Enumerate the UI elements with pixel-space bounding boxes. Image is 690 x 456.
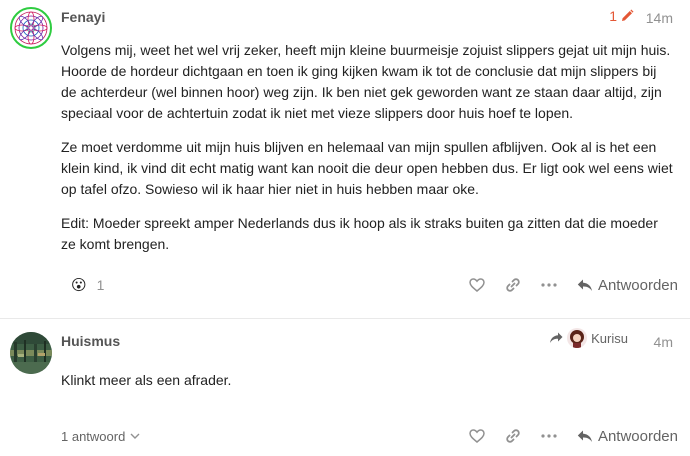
username[interactable]: Huismus [61,333,120,349]
chevron-down-icon [130,433,140,440]
avatar-photo-image [10,332,52,374]
avatar[interactable] [10,7,52,49]
post-body: Klinkt meer als een afrader. [61,370,675,404]
post-actions: 😮 1 Antwoorden [61,273,678,297]
post-body: Volgens mij, weet het wel vrij zeker, he… [61,40,675,268]
pencil-icon [620,9,634,23]
more-icon[interactable] [541,283,557,287]
avatar[interactable] [10,332,52,374]
link-icon[interactable] [505,428,521,444]
post-paragraph: Ze moet verdomme uit mijn huis blijven e… [61,139,673,197]
reply-to-indicator[interactable]: Kurisu [549,328,628,348]
post-paragraph: Volgens mij, weet het wel vrij zeker, he… [61,42,671,121]
reply-label: Antwoorden [597,276,678,294]
replies-toggle[interactable]: 1 antwoord [61,429,140,444]
edit-history-button[interactable]: 1 [609,8,634,24]
edit-count: 1 [609,8,617,24]
heart-icon[interactable] [469,429,485,443]
post-fenayi: Fenayi 1 14m Volgens mij, weet het wel v… [0,0,690,318]
reply-to-username: Kurisu [591,330,628,346]
post-actions: 1 antwoord Antwoorden [61,424,678,448]
reply-label: Antwoorden [597,427,678,445]
reply-button[interactable]: Antwoorden [577,428,678,445]
link-icon[interactable] [505,277,521,293]
heart-icon[interactable] [469,278,485,292]
username[interactable]: Fenayi [61,9,105,25]
post-huismus: Huismus Kurisu 4m Klinkt meer als een af… [0,318,690,456]
more-icon[interactable] [541,434,557,438]
reply-to-avatar [567,328,588,348]
mandala-avatar-image [14,11,48,45]
replies-count-label: 1 antwoord [61,428,126,444]
surprised-emoji-icon: 😮 [71,277,87,294]
reply-arrow-icon [577,279,593,292]
reply-button[interactable]: Antwoorden [577,277,678,294]
post-paragraph: Klinkt meer als een afrader. [61,372,232,388]
post-time[interactable]: 4m [654,334,673,350]
reaction-summary[interactable]: 😮 1 [71,276,104,294]
post-paragraph: Edit: Moeder spreekt amper Nederlands du… [61,215,658,252]
reaction-count: 1 [96,277,105,293]
reply-arrow-icon [577,430,593,443]
share-arrow-icon [549,332,563,344]
post-time[interactable]: 14m [646,10,673,26]
